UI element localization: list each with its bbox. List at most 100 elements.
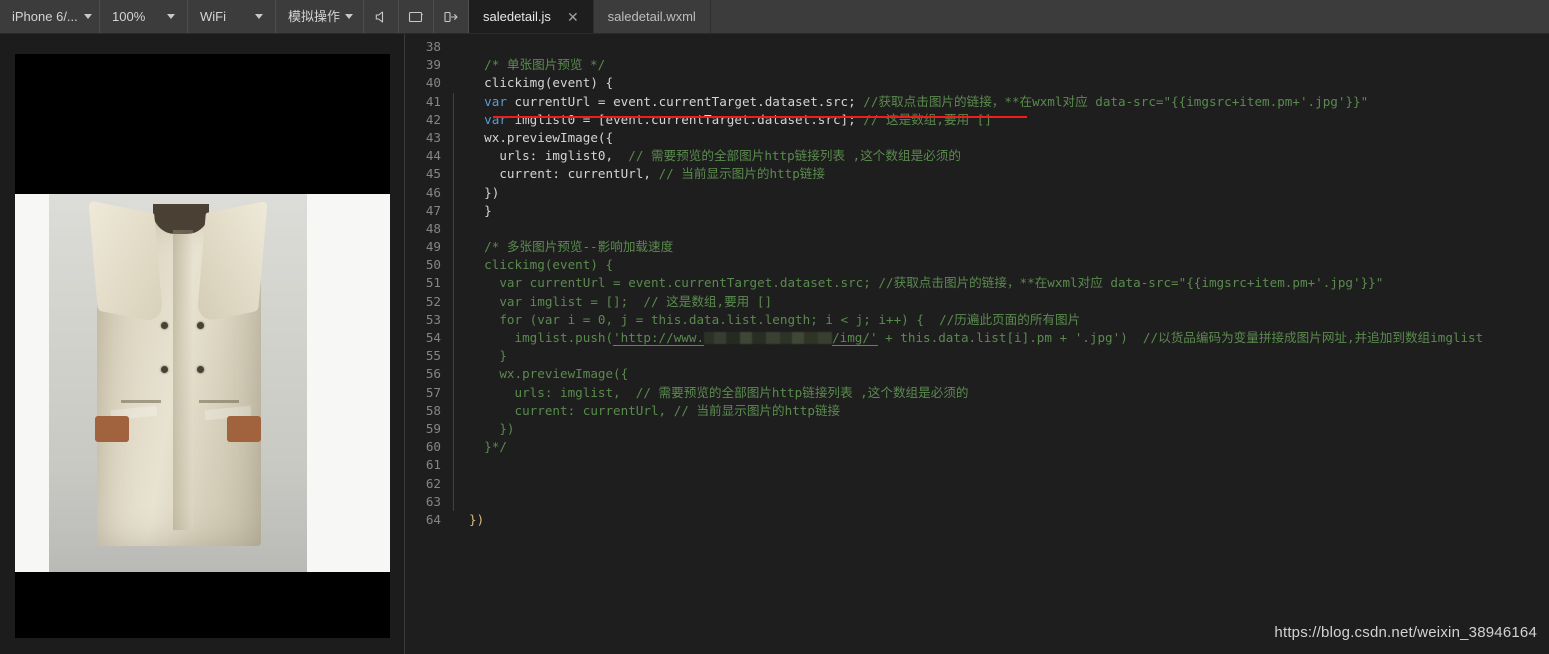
indent-guide — [453, 401, 467, 421]
code-line: 58 current: currentUrl, // 当前显示图片的http链接 — [405, 401, 1549, 421]
devtools-window: iPhone 6/... 100% WiFi 模拟操作 saledetail.j… — [0, 0, 1549, 654]
coat-button — [197, 366, 204, 373]
indent-guide — [453, 511, 467, 529]
coat-placket-shape — [173, 230, 193, 530]
code-line: 40 clickimg(event) { — [405, 74, 1549, 92]
indent-guide — [453, 74, 467, 92]
line-number: 47 — [425, 202, 441, 218]
indent-guide — [453, 419, 467, 439]
detach-panel-icon — [444, 11, 458, 22]
line-number: 57 — [425, 384, 441, 400]
tab-label: saledetail.wxml — [607, 9, 696, 24]
code-line: 52 var imglist = []; // 这是数组,要用 [] — [405, 292, 1549, 312]
tab-saledetail-js[interactable]: saledetail.js ✕ — [469, 0, 594, 33]
device-selector[interactable]: iPhone 6/... — [0, 0, 100, 33]
indent-guide — [453, 456, 467, 475]
code-line: 56 wx.previewImage({ — [405, 365, 1549, 384]
line-number: 49 — [425, 239, 441, 255]
toolbar: iPhone 6/... 100% WiFi 模拟操作 saledetail.j… — [0, 0, 1549, 34]
line-content: current: currentUrl, // 当前显示图片的http链接 — [469, 402, 841, 418]
code-line: 39 /* 单张图片预览 */ — [405, 56, 1549, 74]
code-line: 41 var currentUrl = event.currentTarget.… — [405, 92, 1549, 111]
image-preview-viewport[interactable] — [15, 54, 390, 638]
indent-guide — [453, 238, 467, 257]
line-content: }*/ — [469, 439, 507, 455]
line-content: /* 多张图片预览--影响加载速度 — [469, 239, 674, 255]
coat-cuff-left — [95, 416, 129, 442]
network-selector[interactable]: WiFi — [188, 0, 276, 33]
line-number: 45 — [425, 166, 441, 182]
code-editor[interactable]: 38 39 /* 单张图片预览 */ 40 clickimg(event) { … — [405, 34, 1549, 654]
indent-guide — [453, 292, 467, 312]
code-line: 62 — [405, 474, 1549, 493]
line-content: } — [469, 348, 507, 364]
line-number: 59 — [425, 420, 441, 436]
device-selector-label: iPhone 6/... — [12, 9, 78, 24]
indent-guide — [453, 274, 467, 293]
line-number: 44 — [425, 148, 441, 164]
indent-guide — [453, 492, 467, 512]
code-line-annotated: 42 var imglist0 = [event.currentTarget.d… — [405, 110, 1549, 130]
line-content — [467, 38, 469, 56]
line-number: 42 — [425, 111, 441, 127]
line-number: 51 — [425, 275, 441, 291]
line-content: wx.previewImage({ — [469, 129, 614, 145]
speaker-icon — [375, 10, 384, 23]
chevron-down-icon — [83, 14, 92, 19]
zoom-selector-label: 100% — [112, 9, 146, 24]
simulate-action-selector[interactable]: 模拟操作 — [276, 0, 364, 33]
code-line-redacted: 54 imglist.push('http://www./img/' + thi… — [405, 329, 1549, 348]
code-line: 48 — [405, 219, 1549, 239]
line-content — [467, 220, 469, 238]
line-number: 56 — [425, 366, 441, 382]
line-number: 46 — [425, 184, 441, 200]
line-number: 54 — [425, 330, 441, 345]
redacted-url-mosaic — [704, 332, 833, 344]
code-line: 63 — [405, 492, 1549, 512]
line-number: 41 — [425, 93, 441, 109]
indent-guide — [453, 329, 467, 348]
red-underline-annotation — [493, 116, 1027, 118]
indent-guide — [453, 92, 467, 111]
speaker-button[interactable] — [364, 0, 399, 33]
code-line: 57 urls: imglist, // 需要预览的全部图片http链接列表 ,… — [405, 383, 1549, 402]
indent-guide — [453, 201, 467, 221]
coat-cuff-right — [227, 416, 261, 442]
line-number: 38 — [425, 39, 441, 54]
line-content: clickimg(event) { — [469, 75, 614, 91]
coat-collar-right-shape — [196, 200, 268, 324]
editor-tabs: saledetail.js ✕ saledetail.wxml — [469, 0, 711, 33]
preview-photo[interactable] — [15, 194, 390, 572]
zoom-selector[interactable]: 100% — [100, 0, 188, 33]
line-content: var imglist = []; // 这是数组,要用 [] — [469, 293, 773, 309]
tab-label: saledetail.js — [483, 9, 551, 24]
line-content: /* 单张图片预览 */ — [469, 57, 606, 73]
close-icon[interactable]: ✕ — [567, 10, 579, 24]
line-content: current: currentUrl, // 当前显示图片的http链接 — [469, 166, 825, 182]
code-line: 43 wx.previewImage({ — [405, 128, 1549, 148]
code-line: 55 } — [405, 347, 1549, 366]
indent-guide — [453, 128, 467, 148]
network-selector-label: WiFi — [200, 9, 226, 24]
code-line: 47 } — [405, 201, 1549, 221]
line-content: urls: imglist0, // 需要预览的全部图片http链接列表 ,这个… — [469, 148, 961, 164]
code-line: 59 }) — [405, 419, 1549, 439]
indent-guide — [453, 56, 467, 74]
indent-guide — [453, 310, 467, 330]
detach-panel-button[interactable] — [434, 0, 469, 33]
tab-saledetail-wxml[interactable]: saledetail.wxml — [594, 0, 711, 33]
coat-button — [161, 366, 168, 373]
line-number: 39 — [425, 57, 441, 73]
line-number: 40 — [425, 75, 441, 91]
line-number: 58 — [425, 402, 441, 418]
coat-pocket — [199, 400, 239, 403]
indent-guide — [453, 256, 467, 275]
line-number: 64 — [425, 511, 441, 527]
screen-button[interactable] — [399, 0, 434, 33]
indent-guide — [453, 165, 467, 184]
code-line: 49 /* 多张图片预览--影响加载速度 — [405, 238, 1549, 257]
code-line: 46 }) — [405, 183, 1549, 202]
line-number: 63 — [425, 493, 441, 509]
simulate-action-label: 模拟操作 — [288, 9, 341, 24]
screen-icon — [408, 11, 423, 22]
